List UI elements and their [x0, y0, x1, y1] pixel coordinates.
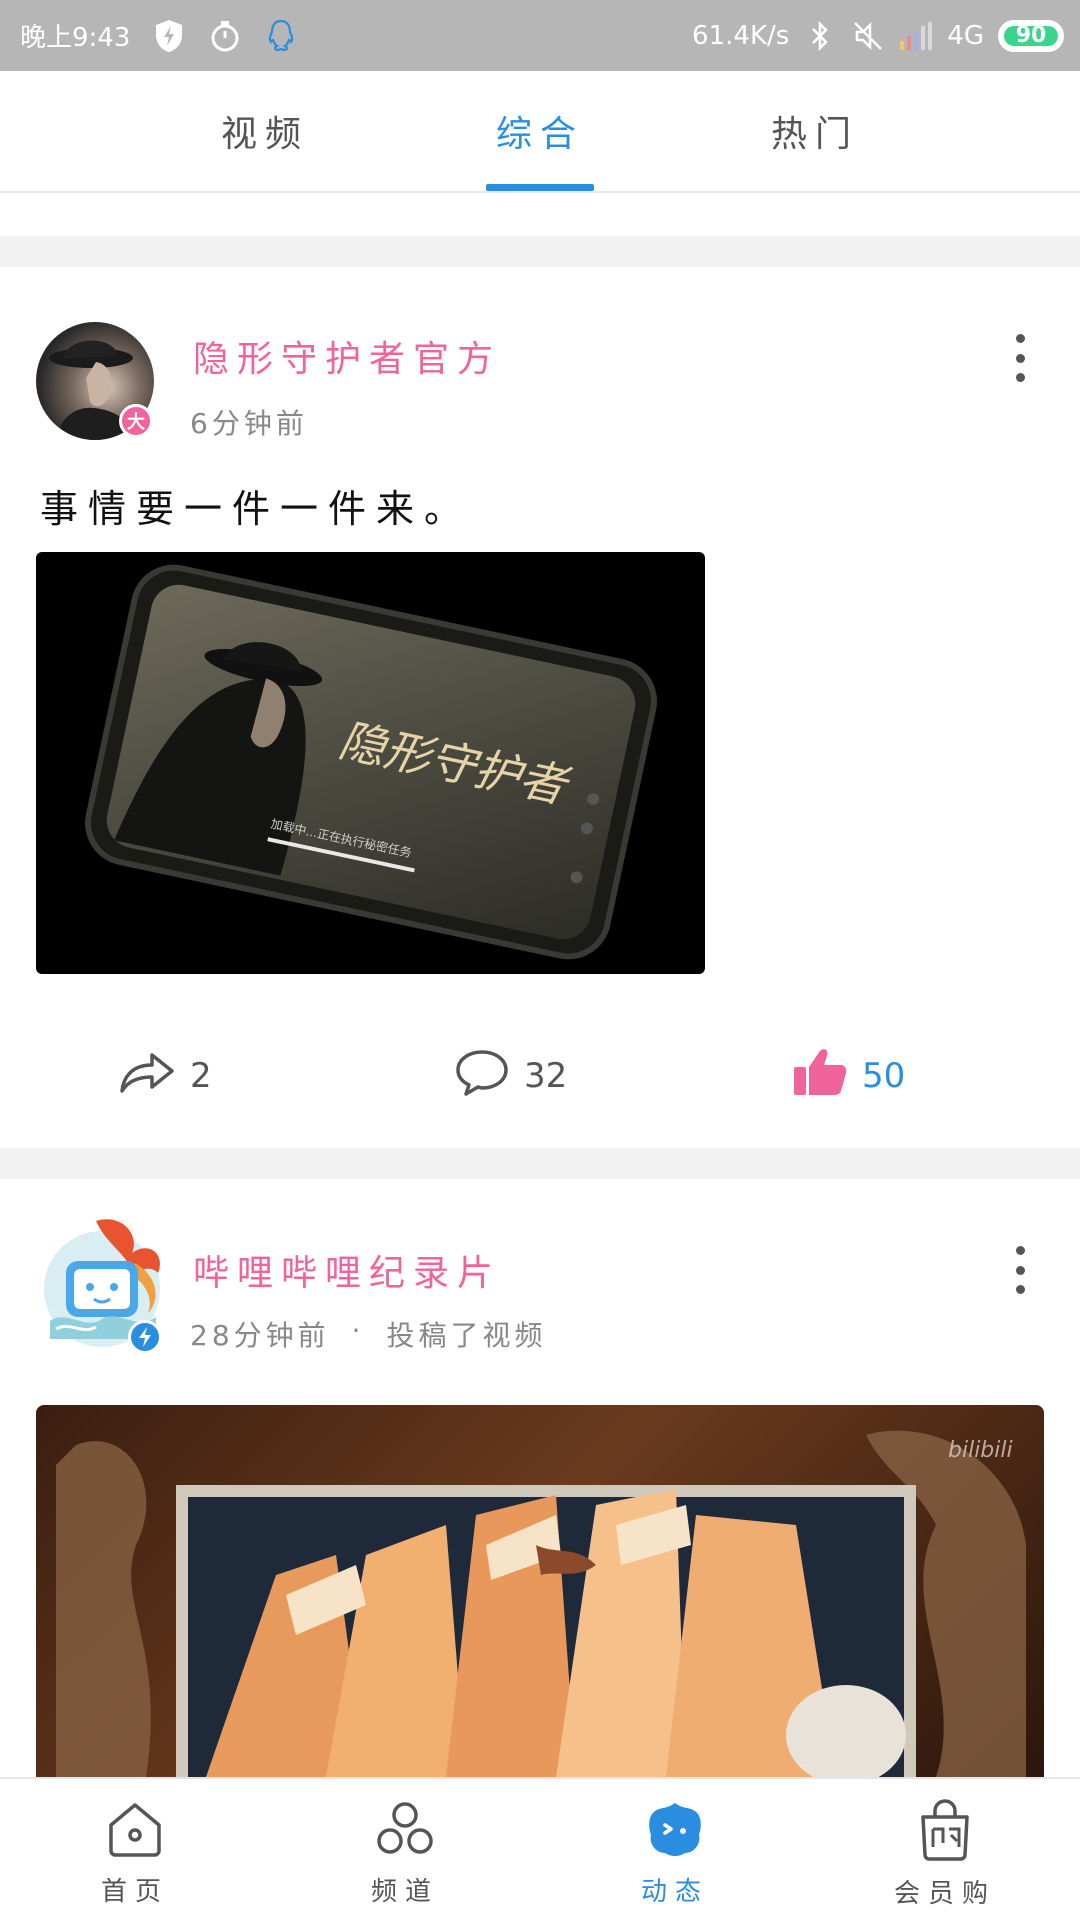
comment-count: 32: [524, 1056, 568, 1096]
tab-video[interactable]: 视频: [165, 71, 365, 191]
dynamic-icon: [643, 1799, 707, 1863]
like-count: 50: [862, 1056, 906, 1096]
nav-label: 频道: [370, 1877, 439, 1907]
nav-member-shop[interactable]: 会员购: [810, 1779, 1080, 1920]
shield-icon: [152, 19, 186, 53]
nav-dynamic[interactable]: 动态: [540, 1779, 810, 1920]
section-divider: [0, 236, 1080, 267]
tab-header: 视频 综合 热门: [0, 71, 1080, 193]
meta-separator: ·: [351, 1314, 365, 1347]
verified-badge: 大: [119, 404, 153, 438]
more-options-icon[interactable]: [1000, 328, 1040, 388]
tab-hot[interactable]: 热门: [715, 71, 915, 191]
net-speed: 61.4K/s: [692, 20, 790, 51]
share-count: 2: [190, 1056, 212, 1096]
battery-level: 90: [1015, 23, 1047, 48]
status-time: 晚上9:43: [20, 23, 131, 53]
comment-icon: [454, 1048, 510, 1105]
video-cover[interactable]: bilibili: [36, 1405, 1044, 1777]
comment-button[interactable]: 32: [454, 1046, 567, 1106]
nav-label: 首页: [100, 1877, 169, 1907]
post-meta: 28分钟前 · 投稿了视频: [190, 1314, 547, 1354]
post-image[interactable]: 隐形守护者 加载中...正在执行秘密任务: [36, 552, 705, 974]
mute-icon: [851, 19, 885, 53]
like-button[interactable]: 50: [792, 1046, 905, 1106]
thumbs-up-icon: [792, 1047, 848, 1106]
timer-icon: [208, 19, 242, 53]
network-type: 4G: [947, 20, 984, 51]
qq-icon: [264, 19, 298, 53]
post-activity: 投稿了视频: [386, 1319, 547, 1352]
section-divider: [0, 1148, 1080, 1179]
share-icon: [118, 1049, 176, 1104]
home-icon: [105, 1799, 165, 1863]
post-time: 6分钟前: [190, 407, 308, 440]
post-text: 事情要一件一件来。: [40, 487, 473, 531]
post-time: 28分钟前: [190, 1319, 330, 1352]
active-tab-indicator: [486, 184, 594, 191]
bilibili-watermark: bilibili: [948, 1438, 1013, 1463]
tab-comprehensive[interactable]: 综合: [440, 71, 640, 191]
bottom-navigation: 首页 频道 动态 会员购: [0, 1777, 1080, 1920]
share-button[interactable]: 2: [118, 1046, 212, 1106]
nav-label: 会员购: [893, 1879, 996, 1909]
nav-home[interactable]: 首页: [0, 1779, 270, 1920]
post-author[interactable]: 隐形守护者官方: [193, 330, 501, 382]
post-author[interactable]: 哔哩哔哩纪录片: [193, 1244, 501, 1296]
channel-icon: [373, 1799, 437, 1863]
nav-label: 动态: [640, 1877, 709, 1907]
status-bar: 晚上9:43 61.4K/s 4G 90: [0, 0, 1080, 71]
lightning-badge-icon: [128, 1320, 162, 1354]
battery-icon: 90: [998, 19, 1064, 52]
more-options-icon[interactable]: [1000, 1240, 1040, 1300]
shop-bag-icon: [915, 1799, 975, 1865]
bluetooth-icon: [803, 19, 837, 53]
signal-icon: [899, 19, 933, 53]
nav-channel[interactable]: 频道: [270, 1779, 540, 1920]
